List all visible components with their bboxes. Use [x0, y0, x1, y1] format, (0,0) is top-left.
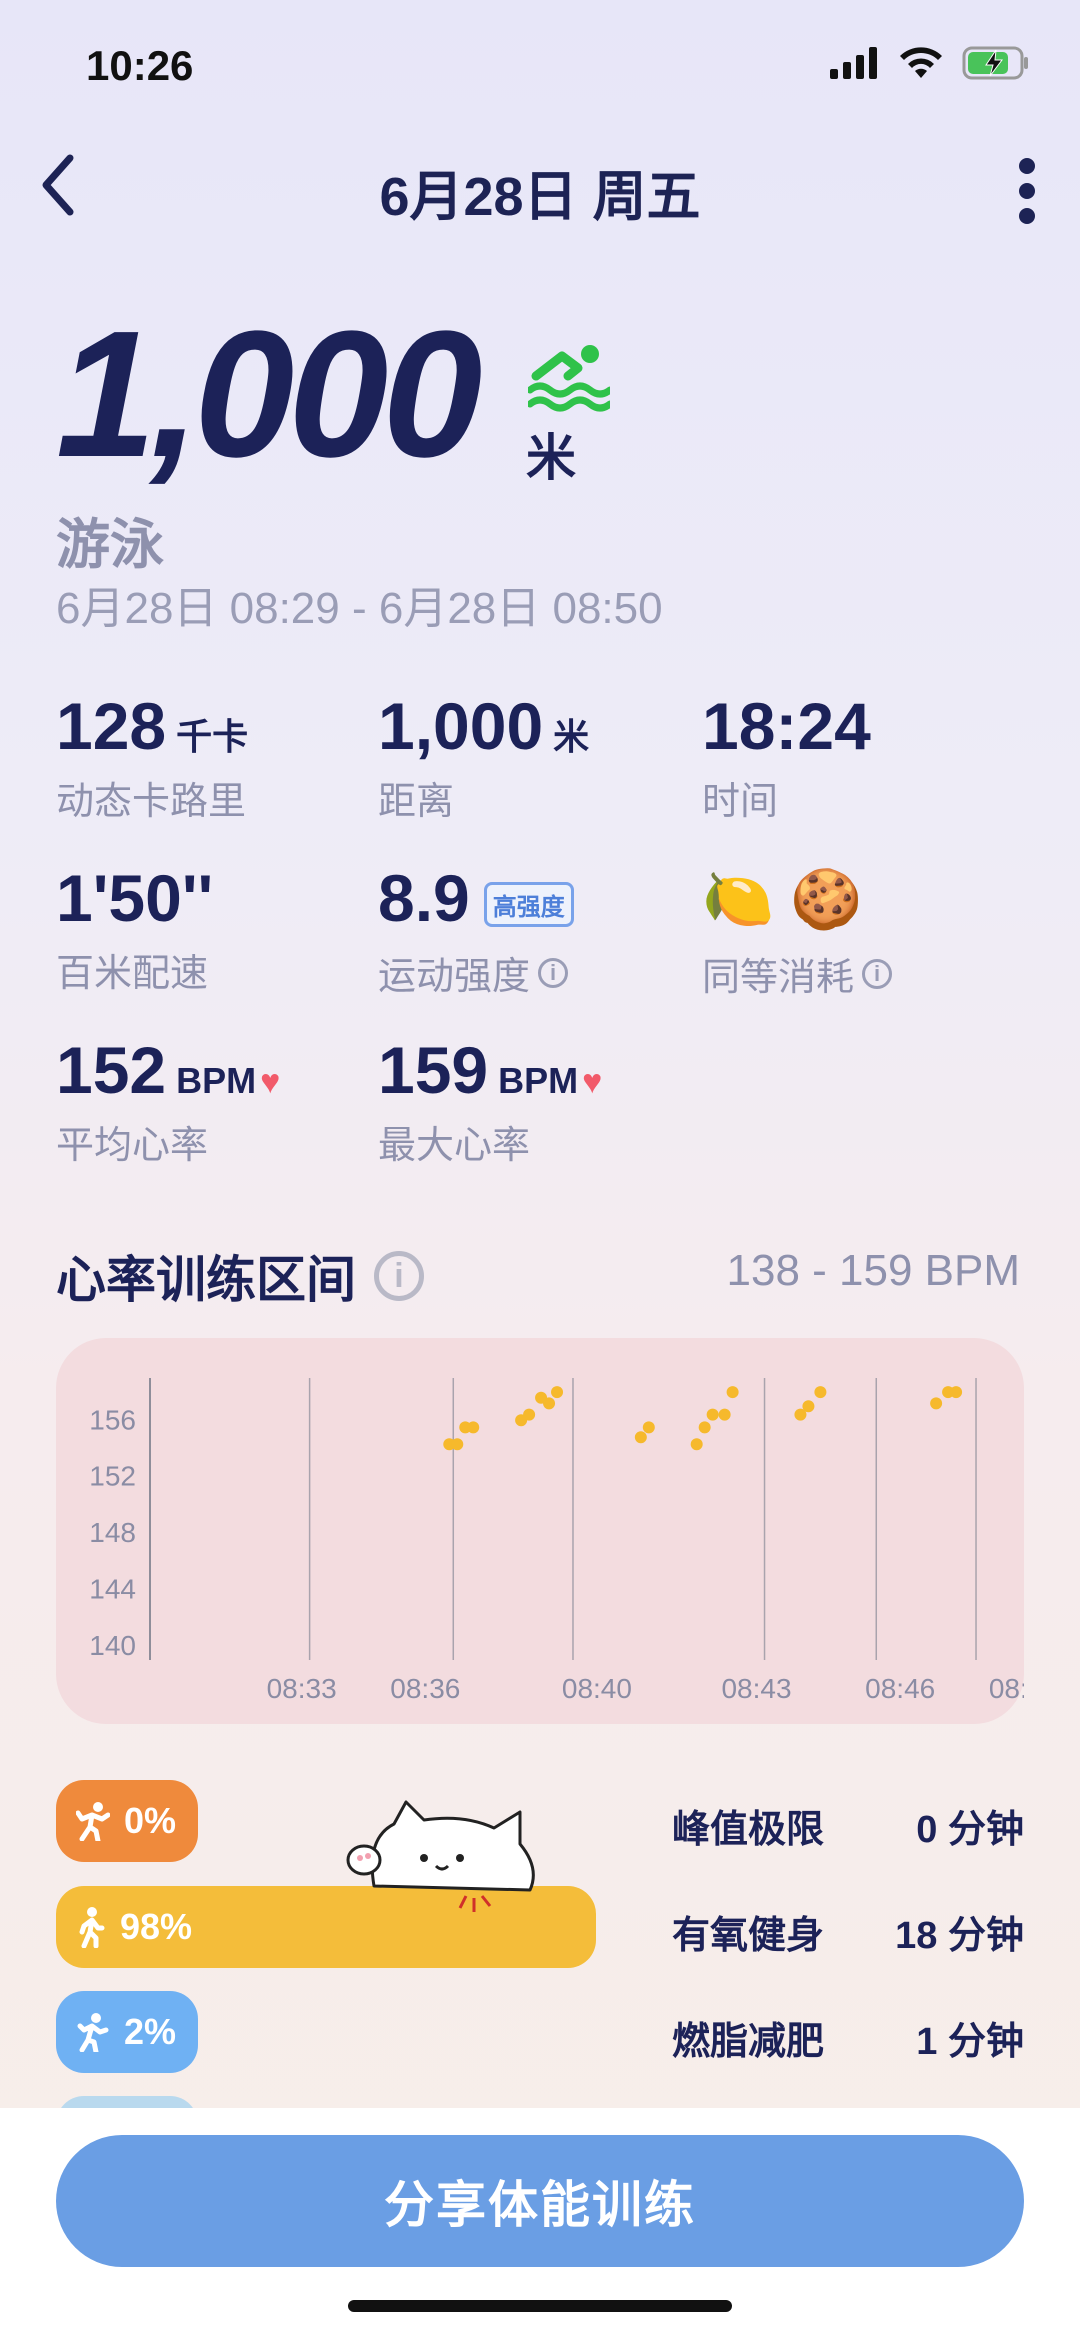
- hr-point: [551, 1386, 564, 1399]
- jogging-icon: [77, 2013, 109, 2052]
- heart-icon: ♥: [582, 1063, 603, 1101]
- food-emoji: 🍋 🍪: [702, 867, 863, 932]
- zone-peak-bar[interactable]: 0%: [56, 1780, 198, 1862]
- zone-value-peak: 0 分钟: [916, 1809, 1024, 1851]
- x-tick-label: 08:33: [267, 1673, 337, 1704]
- hr-point: [802, 1400, 815, 1413]
- hr-point: [950, 1386, 963, 1399]
- hr-point: [543, 1397, 556, 1410]
- zone-label-fatburn: 燃脂减肥: [672, 2021, 825, 2063]
- workout-time-range: 6月28日 08:29 - 6月28日 08:50: [56, 584, 663, 633]
- x-tick-label: 08:50: [989, 1673, 1024, 1704]
- hr-scatter-chart: 156 152 148 144 140 08:33 08:36 08:40 08:43 08:46…: [89, 1378, 1059, 1704]
- sport-name: 游泳: [56, 515, 164, 575]
- info-icon[interactable]: i: [862, 958, 893, 989]
- zone-value-aerobic: 18 分钟: [895, 1915, 1024, 1957]
- x-tick-label: 08:36: [390, 1673, 460, 1704]
- hr-zone-title: 心率训练区间 i: [56, 1240, 424, 1312]
- x-tick-label: 08:40: [562, 1673, 632, 1704]
- stat-avg-hr: 152 BPM ♥ 平均心率: [56, 1033, 281, 1167]
- wifi-icon: [900, 47, 942, 78]
- cat-sticker-icon: [346, 1800, 535, 1912]
- info-icon[interactable]: i: [374, 1251, 424, 1301]
- x-tick-label: 08:43: [721, 1673, 791, 1704]
- hr-chart-card: 156 152 148 144 140 08:33 08:36 08:40 08:43 08:46…: [56, 1338, 1059, 1724]
- stat-distance: 1,000 米 距离: [378, 689, 590, 823]
- swimming-icon: [528, 345, 610, 412]
- zone-label-aerobic: 有氧健身: [672, 1915, 825, 1957]
- hr-point: [930, 1397, 943, 1410]
- stat-duration: 18:24 时间: [702, 689, 871, 823]
- zone-value-fatburn: 1 分钟: [916, 2021, 1024, 2063]
- info-icon[interactable]: i: [538, 957, 569, 988]
- battery-charging-icon: [962, 46, 1028, 80]
- intensity-badge: 高强度: [483, 882, 574, 928]
- stat-intensity: 8.9 高强度 运动强度 i: [378, 860, 574, 1000]
- hr-point: [690, 1438, 703, 1451]
- y-tick-label: 144: [89, 1574, 136, 1605]
- home-indicator[interactable]: [348, 2300, 732, 2312]
- hr-point: [451, 1438, 464, 1451]
- hero-distance: 1,000: [56, 294, 482, 495]
- zone-fatburn-bar[interactable]: 2%: [56, 1991, 198, 2073]
- heart-icon: ♥: [260, 1063, 281, 1101]
- hr-point: [523, 1408, 536, 1421]
- hr-point: [698, 1421, 711, 1434]
- y-tick-label: 140: [89, 1630, 136, 1661]
- stat-equivalent: 🍋 🍪 同等消耗 i: [702, 860, 893, 1001]
- hr-point: [718, 1408, 731, 1421]
- more-options-icon[interactable]: [1014, 158, 1040, 224]
- y-tick-label: 148: [89, 1517, 136, 1548]
- stat-max-hr: 159 BPM ♥ 最大心率: [378, 1033, 603, 1167]
- hr-point: [726, 1386, 739, 1399]
- signal-icon: [830, 47, 877, 79]
- y-tick-label: 152: [89, 1461, 136, 1492]
- share-workout-button[interactable]: 分享体能训练: [56, 2135, 1024, 2267]
- hr-point: [634, 1431, 647, 1444]
- walking-icon: [79, 1907, 105, 1948]
- status-icons: [830, 46, 1030, 80]
- hr-point: [467, 1421, 480, 1434]
- running-icon: [76, 1802, 110, 1841]
- stat-calories: 128 千卡 动态卡路里: [56, 689, 249, 823]
- x-tick-label: 08:46: [865, 1673, 935, 1704]
- hero-unit: 米: [526, 430, 576, 486]
- hr-point: [814, 1386, 827, 1399]
- y-tick-label: 156: [89, 1404, 136, 1435]
- status-time: 10:26: [86, 42, 194, 89]
- page-title: 6月28日 周五: [379, 167, 701, 227]
- stat-pace: 1'50'' 百米配速: [56, 861, 214, 995]
- zone-label-peak: 峰值极限: [672, 1809, 825, 1851]
- hr-range: 138 - 159 BPM: [726, 1246, 1021, 1295]
- hr-point: [706, 1408, 719, 1421]
- hr-point: [642, 1421, 655, 1434]
